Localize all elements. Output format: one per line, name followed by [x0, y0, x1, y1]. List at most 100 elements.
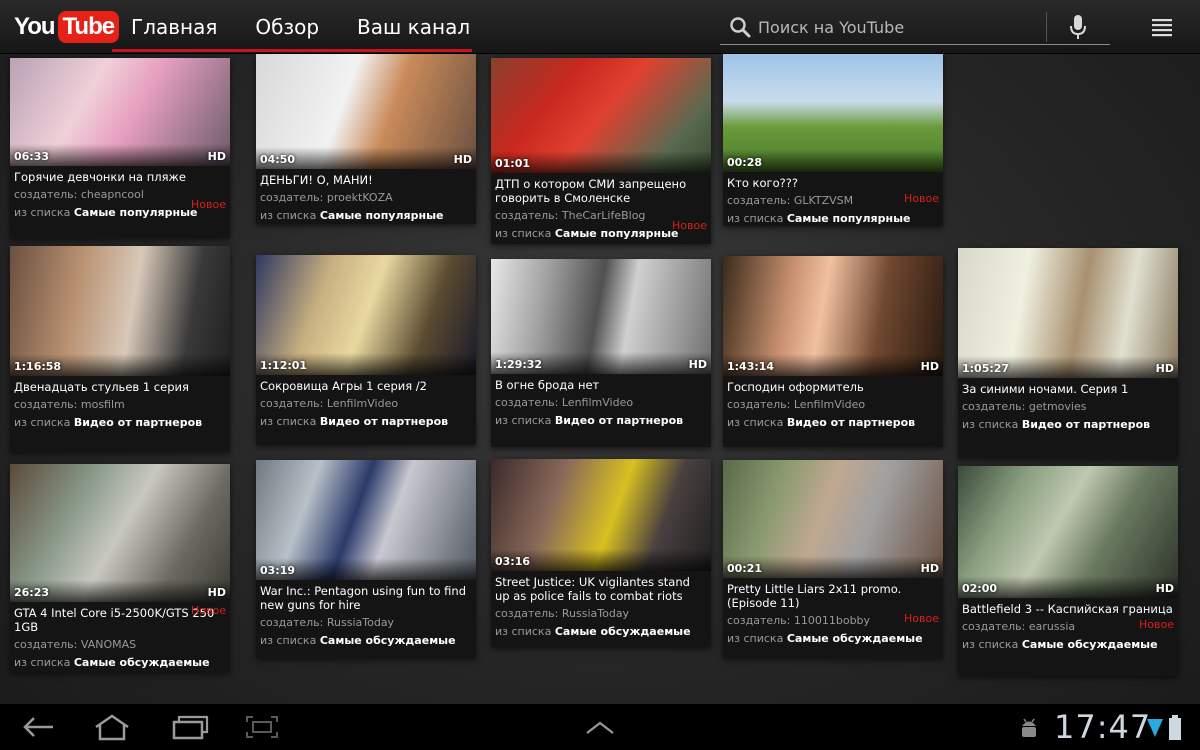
video-thumbnail[interactable]: 03:19 — [256, 460, 476, 580]
list-name: Самые обсуждаемые — [319, 634, 456, 647]
video-creator: создатель: getmovies — [962, 400, 1174, 413]
logo-tube: Tube — [57, 11, 120, 43]
hd-badge: HD — [920, 360, 939, 373]
video-title[interactable]: Кто кого??? — [727, 176, 939, 190]
list-name: Самые популярные — [554, 227, 679, 240]
creator-prefix: создатель: — [14, 638, 78, 651]
new-badge: Новое — [1139, 618, 1174, 631]
battery-icon — [1169, 715, 1181, 740]
list-prefix: из списка — [495, 625, 552, 638]
video-card[interactable]: 01:01 ДТП о котором СМИ запрещено говори… — [491, 58, 711, 244]
creator-name[interactable]: LenfilmVideo — [794, 398, 865, 411]
creator-name[interactable]: VANOMAS — [81, 638, 136, 651]
video-title[interactable]: Battlefield 3 -- Каспийская граница — [962, 602, 1174, 616]
video-meta: Battlefield 3 -- Каспийская граница созд… — [958, 598, 1178, 657]
search-input[interactable] — [758, 13, 1038, 41]
video-card[interactable]: 1:29:32 HD В огне брода нет создатель: L… — [491, 259, 711, 447]
video-title[interactable]: Сокровища Агры 1 серия /2 — [260, 379, 472, 393]
video-meta: Горячие девчонки на пляже создатель: che… — [10, 166, 230, 225]
creator-name[interactable]: RussiaToday — [562, 607, 629, 620]
video-card[interactable]: 00:28 Кто кого??? создатель: GLKTZVSM из… — [723, 54, 943, 226]
tab-my-channel[interactable]: Ваш канал — [338, 0, 489, 54]
back-icon[interactable] — [22, 715, 56, 739]
video-card[interactable]: 04:50 HD ДЕНЬГИ! О, МАНИ! создатель: pro… — [256, 54, 476, 224]
video-meta: Сокровища Агры 1 серия /2 создатель: Len… — [256, 375, 476, 434]
tab-browse[interactable]: Обзор — [236, 0, 338, 54]
creator-name[interactable]: LenfilmVideo — [562, 396, 633, 409]
creator-name[interactable]: cheapncool — [81, 188, 144, 201]
video-card[interactable]: 03:19 War Inc.: Pentagon using fun to fi… — [256, 460, 476, 658]
video-duration: 1:43:14 — [727, 360, 775, 373]
video-source-list: из списка Видео от партнеров — [260, 415, 472, 428]
microphone-icon[interactable] — [1068, 14, 1088, 40]
creator-name[interactable]: TheCarLifeBlog — [562, 209, 646, 222]
video-thumbnail[interactable]: 03:16 — [491, 459, 711, 571]
screenshot-icon[interactable] — [244, 714, 280, 740]
youtube-logo[interactable]: You Tube — [14, 10, 120, 44]
video-meta: Господин оформитель создатель: LenfilmVi… — [723, 376, 943, 435]
home-icon[interactable] — [92, 713, 132, 741]
list-name: Самые обсуждаемые — [554, 625, 691, 638]
search-box — [720, 8, 1110, 45]
video-card[interactable]: 00:21 HD Pretty Little Liars 2x11 promo.… — [723, 460, 943, 658]
creator-name[interactable]: earussia — [1029, 620, 1075, 633]
new-badge: Новое — [904, 192, 939, 205]
creator-name[interactable]: GLKTZVSM — [794, 194, 853, 207]
video-title[interactable]: Горячие девчонки на пляже — [14, 170, 226, 184]
video-thumbnail[interactable]: 1:43:14 HD — [723, 256, 943, 376]
list-name: Самые обсуждаемые — [1021, 638, 1158, 651]
hd-badge: HD — [1155, 582, 1174, 595]
video-thumbnail[interactable]: 06:33 HD — [10, 58, 230, 166]
video-card[interactable]: 02:00 HD Battlefield 3 -- Каспийская гра… — [958, 466, 1178, 676]
video-title[interactable]: За синими ночами. Серия 1 — [962, 382, 1174, 396]
video-title[interactable]: Pretty Little Liars 2x11 promo. (Episode… — [727, 582, 939, 610]
video-meta: GTA 4 Intel Core i5-2500K/GTS 250 1GB со… — [10, 602, 230, 675]
hd-badge: HD — [1155, 362, 1174, 375]
video-thumbnail[interactable]: 26:23 HD — [10, 464, 230, 602]
video-card[interactable]: 1:16:58 Двенадцать стульев 1 серия созда… — [10, 246, 230, 452]
creator-name[interactable]: LenfilmVideo — [327, 397, 398, 410]
video-thumbnail[interactable]: 1:29:32 HD — [491, 259, 711, 374]
video-thumbnail[interactable]: 02:00 HD — [958, 466, 1178, 598]
video-title[interactable]: War Inc.: Pentagon using fun to find new… — [260, 584, 472, 612]
creator-prefix: создатель: — [495, 209, 559, 222]
list-prefix: из списка — [495, 227, 552, 240]
tab-home[interactable]: Главная — [112, 0, 236, 54]
video-card[interactable]: 1:43:14 HD Господин оформитель создатель… — [723, 256, 943, 447]
video-thumbnail[interactable]: 04:50 HD — [256, 54, 476, 169]
video-thumbnail[interactable]: 1:05:27 HD — [958, 248, 1178, 378]
video-thumbnail[interactable]: 1:12:01 — [256, 255, 476, 375]
video-thumbnail[interactable]: 1:16:58 — [10, 246, 230, 376]
recent-apps-icon[interactable] — [170, 714, 210, 740]
video-title[interactable]: Street Justice: UK vigilantes stand up a… — [495, 575, 707, 603]
hd-badge: HD — [688, 358, 707, 371]
video-card[interactable]: 06:33 HD Горячие девчонки на пляже созда… — [10, 58, 230, 238]
video-title[interactable]: ДЕНЬГИ! О, МАНИ! — [260, 173, 472, 187]
video-thumbnail[interactable]: 00:28 — [723, 54, 943, 172]
creator-name[interactable]: getmovies — [1029, 400, 1087, 413]
video-title[interactable]: Двенадцать стульев 1 серия — [14, 380, 226, 394]
creator-name[interactable]: 110011bobby — [794, 614, 870, 627]
creator-name[interactable]: proektKOZA — [327, 191, 393, 204]
video-card[interactable]: 1:12:01 Сокровища Агры 1 серия /2 создат… — [256, 255, 476, 445]
creator-prefix: создатель: — [727, 614, 791, 627]
video-meta: ДТП о котором СМИ запрещено говорить в С… — [491, 173, 711, 246]
creator-prefix: создатель: — [962, 400, 1026, 413]
video-card[interactable]: 1:05:27 HD За синими ночами. Серия 1 соз… — [958, 248, 1178, 458]
video-card[interactable]: 03:16 Street Justice: UK vigilantes stan… — [491, 459, 711, 647]
video-thumbnail[interactable]: 00:21 HD — [723, 460, 943, 578]
video-title[interactable]: ДТП о котором СМИ запрещено говорить в С… — [495, 177, 707, 205]
video-duration: 1:29:32 — [495, 358, 543, 371]
video-title[interactable]: В огне брода нет — [495, 378, 707, 392]
menu-icon[interactable] — [1150, 16, 1174, 38]
video-thumbnail[interactable]: 01:01 — [491, 58, 711, 173]
video-title[interactable]: Господин оформитель — [727, 380, 939, 394]
creator-name[interactable]: RussiaToday — [327, 616, 394, 629]
video-creator: создатель: RussiaToday — [495, 607, 707, 620]
video-duration: 01:01 — [495, 157, 531, 170]
creator-name[interactable]: mosfilm — [81, 398, 125, 411]
video-source-list: из списка Самые обсуждаемые — [962, 638, 1174, 651]
video-card[interactable]: 26:23 HD GTA 4 Intel Core i5-2500K/GTS 2… — [10, 464, 230, 672]
chevron-up-icon[interactable] — [584, 720, 616, 736]
tab-indicator — [112, 49, 472, 52]
